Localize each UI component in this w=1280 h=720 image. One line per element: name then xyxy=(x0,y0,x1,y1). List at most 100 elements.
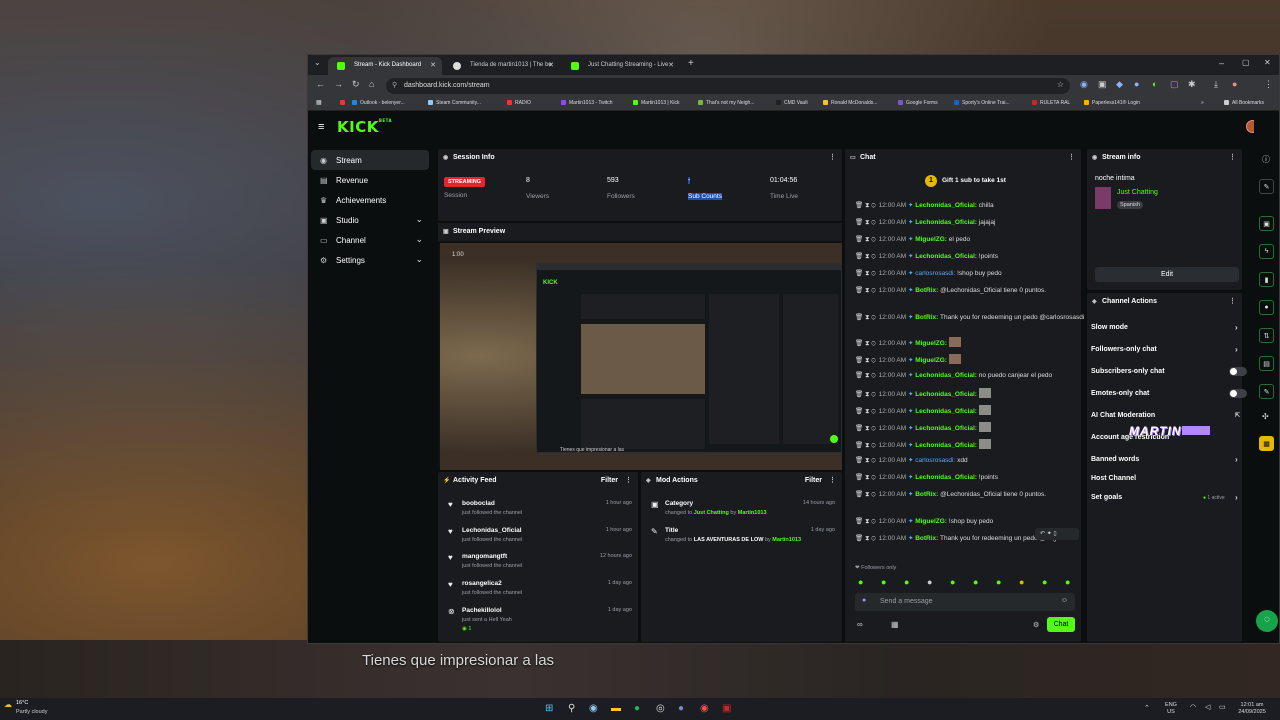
bookmark-item[interactable]: That's not my Neigh... xyxy=(698,100,754,106)
sidebar-item-channel[interactable]: ▭ Channel ⌄ xyxy=(311,230,429,250)
more-bookmarks-icon[interactable]: » xyxy=(1201,100,1204,106)
screen-icon[interactable]: ▣ xyxy=(1259,216,1274,231)
mod-tools-icon[interactable]: 🗑 ⧗ ⊙ xyxy=(855,457,876,464)
category-link[interactable]: Just Chatting xyxy=(1117,189,1158,196)
chat-message[interactable]: 🗑 ⧗ ⊙ 12:00 AM ✦ MiguelZG: xyxy=(855,337,1087,349)
tab-just-chatting[interactable]: Just Chatting Streaming - Live ✕ xyxy=(562,57,680,75)
profile-avatar-icon[interactable]: ● xyxy=(1232,79,1237,89)
close-tab-icon[interactable]: ✕ xyxy=(668,61,674,69)
mod-tools-icon[interactable]: 🗑 ⧗ ⊙ xyxy=(855,287,876,294)
wifi-icon[interactable]: ◠ xyxy=(1190,703,1196,711)
emote-picker-icon[interactable]: ● xyxy=(862,597,866,604)
bookmark-item[interactable]: Outlook - belenyer... xyxy=(352,100,405,106)
chat-username[interactable]: carlosrosasdi: xyxy=(915,270,955,277)
action-followers-only[interactable]: Followers-only chat › xyxy=(1091,345,1241,354)
url-field[interactable]: ⚲ dashboard.kick.com/stream ☆ xyxy=(386,78,1070,94)
action-subscribers-only[interactable]: Subscribers-only chat xyxy=(1091,367,1247,376)
action-host-channel[interactable]: Host Channel xyxy=(1091,475,1241,482)
more-options-icon[interactable]: ⋮ xyxy=(1068,153,1075,161)
more-options-icon[interactable]: ⋮ xyxy=(1229,297,1236,305)
forward-icon[interactable]: → xyxy=(334,79,343,89)
bookmark-item[interactable]: Paperless141® Login xyxy=(1084,100,1140,106)
chat-message[interactable]: 🗑 ⧗ ⊙ 12:00 AM ✦ carlosrosasdi: !shop buy… xyxy=(855,269,1087,279)
spotify-icon[interactable]: ● xyxy=(634,703,640,714)
chat-message[interactable]: 🗑 ⧗ ⊙ 12:00 AM ✦ BotRix: Thank you for re… xyxy=(855,313,1087,323)
sidebar-item-studio[interactable]: ▣ Studio ⌄ xyxy=(311,210,429,230)
emote-icon[interactable]: ● xyxy=(927,577,932,587)
emotes-only-toggle[interactable] xyxy=(1229,389,1247,398)
bookmark-item[interactable] xyxy=(340,100,348,106)
edit-stream-button[interactable]: Edit xyxy=(1095,267,1239,282)
sidebar-item-stream[interactable]: ◉ Stream xyxy=(311,150,429,170)
share-icon[interactable]: ✣ xyxy=(1262,412,1269,421)
more-options-icon[interactable]: ⋮ xyxy=(1229,153,1236,161)
sidebar-item-achievements[interactable]: ♛ Achievements xyxy=(311,190,429,210)
support-chat-button[interactable]: ◌ xyxy=(1256,610,1278,632)
chat-username[interactable]: MiguelZG: xyxy=(915,340,947,347)
chat-users-icon[interactable]: ∞ xyxy=(857,620,863,629)
chat-message[interactable]: 🗑 ⧗ ⊙ 12:00 AM ✦ Lechonidas_Oficial: xyxy=(855,405,1087,417)
clock[interactable]: 12:01 am 24/09/2025 xyxy=(1232,702,1272,716)
chat-username[interactable]: Lechonidas_Oficial: xyxy=(915,253,977,260)
bookmark-item[interactable]: Sporty's Online Trai... xyxy=(954,100,1010,106)
download-icon[interactable]: ⤓ xyxy=(1214,79,1218,90)
search-icon[interactable]: ⚲ xyxy=(568,703,575,714)
chat-message[interactable]: 🗑 ⧗ ⊙ 12:00 AM ✦ Lechonidas_Oficial: !poi… xyxy=(855,473,1087,483)
mod-tools-icon[interactable]: 🗑 ⧗ ⊙ xyxy=(855,408,876,415)
bookmark-item[interactable]: Martin1013 | Kick xyxy=(633,100,680,106)
chat-username[interactable]: Lechonidas_Oficial: xyxy=(915,425,977,432)
emote-icon[interactable]: ● xyxy=(1019,577,1024,587)
tab-search-icon[interactable]: ⌄ xyxy=(314,58,321,67)
chat-username[interactable]: Lechonidas_Oficial: xyxy=(915,391,977,398)
chat-username[interactable]: Lechonidas_Oficial: xyxy=(915,474,977,481)
chat-username[interactable]: MiguelZG: xyxy=(915,236,947,243)
action-set-goals[interactable]: Set goals ● 1 active › xyxy=(1091,493,1241,502)
chat-username[interactable]: Lechonidas_Oficial: xyxy=(915,372,977,379)
chat-username[interactable]: Lechonidas_Oficial: xyxy=(915,219,977,226)
maximize-button[interactable]: ▢ xyxy=(1242,58,1250,67)
chat-username[interactable]: MiguelZG: xyxy=(915,357,947,364)
mod-tools-icon[interactable]: 🗑 ⧗ ⊙ xyxy=(855,236,876,243)
apps-grid-icon[interactable]: ▦ xyxy=(316,99,322,106)
chat-input[interactable]: ● Send a message ☺ xyxy=(855,593,1075,611)
chat-message[interactable]: 🗑 ⧗ ⊙ 12:00 AM ✦ Lechonidas_Oficial: xyxy=(855,388,1087,400)
chat-username[interactable]: BotRix: xyxy=(915,535,938,542)
chat-username[interactable]: BotRix: xyxy=(915,287,938,294)
extension-icon[interactable]: ◐ xyxy=(1152,79,1157,89)
kick-logo[interactable]: KICKBETA xyxy=(337,118,392,136)
mod-tools-icon[interactable]: 🗑 ⧗ ⊙ xyxy=(855,442,876,449)
volume-icon[interactable]: ◁ xyxy=(1205,703,1210,711)
bookmark-item[interactable]: RADIO xyxy=(507,100,531,106)
chat-message[interactable]: 🗑 ⧗ ⊙ 12:00 AM ✦ MiguelZG: xyxy=(855,354,1087,366)
bookmark-item[interactable]: RULETA RAL xyxy=(1032,100,1070,106)
language-indicator[interactable]: ENG US xyxy=(1160,702,1182,716)
cup-icon[interactable]: ▮ xyxy=(1259,272,1274,287)
mod-filter-button[interactable]: Filter xyxy=(805,477,822,484)
message-actions[interactable]: ↶ ✦ ▯ xyxy=(1035,528,1079,540)
tab-kick-dashboard[interactable]: Stream - Kick Dashboard ✕ xyxy=(328,57,442,75)
browser-menu-icon[interactable]: ⋮ xyxy=(1264,79,1273,90)
start-windows-icon[interactable]: ⊞ xyxy=(545,703,553,714)
chat-message[interactable]: 🗑 ⧗ ⊙ 12:00 AM ✦ carlosrosasdi: xdd xyxy=(855,456,1087,466)
pencil-icon[interactable]: ✎ xyxy=(1259,179,1274,194)
action-slow-mode[interactable]: Slow mode › xyxy=(1091,323,1241,332)
battery-icon[interactable]: ▭ xyxy=(1219,703,1226,711)
action-emotes-only[interactable]: Emotes-only chat xyxy=(1091,389,1247,398)
chat-message[interactable]: 🗑 ⧗ ⊙ 12:00 AM ✦ MiguelZG: el pedo xyxy=(855,235,1087,245)
obs-icon[interactable]: ◎ xyxy=(656,703,665,714)
bookmark-item[interactable]: Steam Community... xyxy=(428,100,481,106)
wrench-icon[interactable]: ✎ xyxy=(1259,384,1274,399)
weather-icon[interactable]: ☁ xyxy=(4,700,12,709)
extension-icon[interactable]: ▣ xyxy=(1098,79,1107,90)
more-options-icon[interactable]: ⋮ xyxy=(829,153,836,161)
layout-icon[interactable]: ▤ xyxy=(1259,356,1274,371)
extension-icon[interactable]: ◉ xyxy=(1080,79,1088,90)
emote-icon[interactable]: ● xyxy=(881,577,886,587)
chat-username[interactable]: BotRix: xyxy=(915,491,938,498)
more-options-icon[interactable]: ⋮ xyxy=(829,476,836,484)
bookmark-item[interactable]: CMD Vault xyxy=(776,100,808,106)
minimize-button[interactable]: – xyxy=(1219,58,1224,68)
chrome-icon[interactable]: ◉ xyxy=(700,703,709,714)
app-icon[interactable]: ▣ xyxy=(722,703,731,714)
mod-tools-icon[interactable]: 🗑 ⧗ ⊙ xyxy=(855,372,876,379)
